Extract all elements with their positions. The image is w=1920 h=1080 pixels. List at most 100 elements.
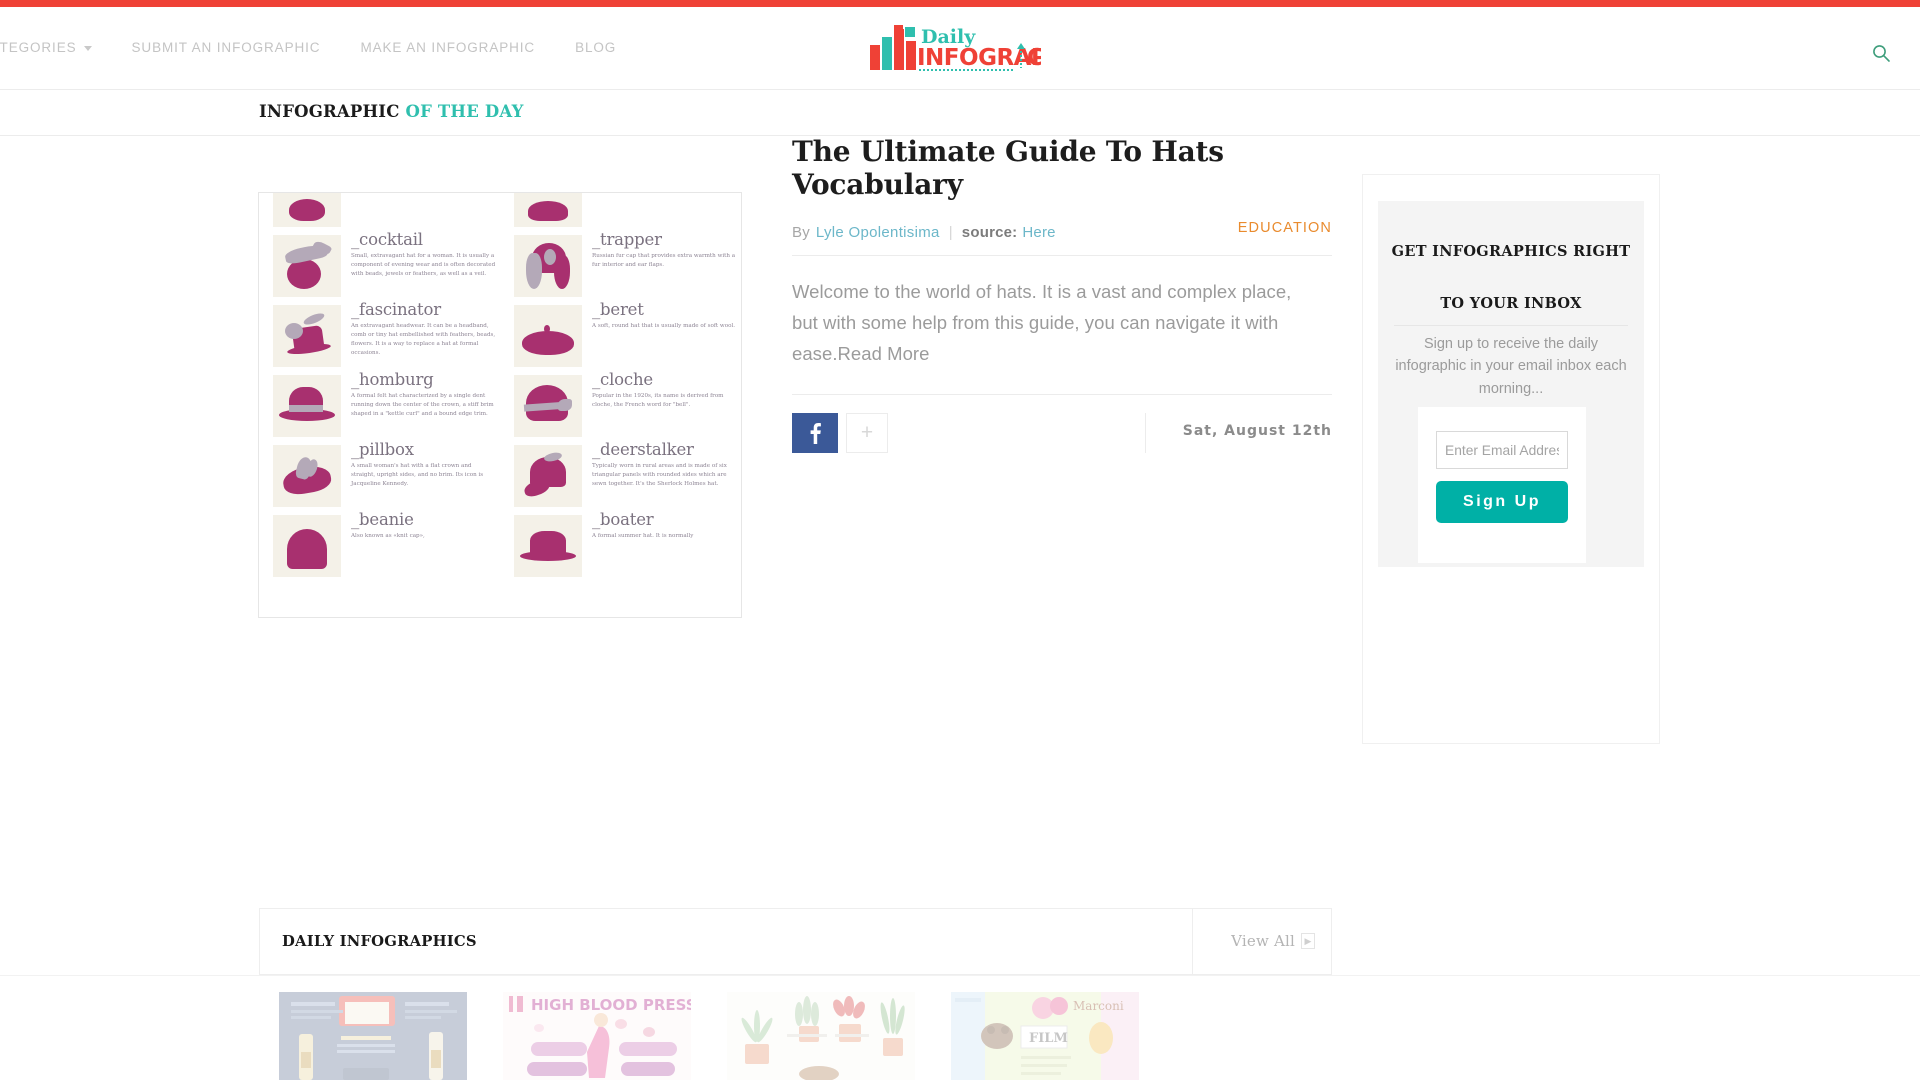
article-author-link[interactable]: Lyle Opolentisima xyxy=(816,224,940,241)
byline-label: By xyxy=(792,223,810,241)
infographic-row: _fascinator An extravagant headwear. It … xyxy=(259,297,741,367)
infographic-inner: _cocktail Small, extravagant hat for a w… xyxy=(259,193,741,577)
nav-item-make-an-infographic[interactable]: MAKE AN INFOGRAPHIC xyxy=(340,40,555,55)
meta-separator: | xyxy=(948,223,953,241)
thumbnail-image-film-marconi: Marconi FILM xyxy=(951,992,1139,1080)
facebook-share-button[interactable] xyxy=(792,412,838,453)
hat-illustration xyxy=(273,305,341,367)
share-date-divider xyxy=(1145,412,1146,453)
hat-illustration xyxy=(514,515,582,577)
nav-item-submit-an-infographic[interactable]: SUBMIT AN INFOGRAPHIC xyxy=(112,40,341,55)
email-input[interactable] xyxy=(1436,431,1568,469)
search-icon xyxy=(1873,45,1890,62)
hat-illustration xyxy=(514,193,582,227)
hat-description: A formal summer hat. It is normally xyxy=(592,533,694,540)
chevron-right-icon[interactable]: ▶ xyxy=(1301,933,1315,949)
daily-infographics-thumbnails: HIGH BLOOD PRESSURE xyxy=(279,992,1359,1080)
section-title-accent: OF THE DAY xyxy=(405,102,524,121)
thumbnail-image-doenjang xyxy=(279,992,467,1080)
hat-description: Russian fur cap that provides extra warm… xyxy=(592,253,736,269)
hat-name: _fascinator xyxy=(351,300,441,319)
infographic-entry-cocktail: _cocktail Small, extravagant hat for a w… xyxy=(259,227,500,297)
infographic-entry-text: _fascinator An extravagant headwear. It … xyxy=(351,297,500,367)
infographic-entry-trapper: _trapper Russian fur cap that provides e… xyxy=(500,227,741,297)
article-block: The Ultimate Guide To Hats Vocabulary By… xyxy=(792,135,1332,453)
hat-description: An extravagant headwear. It can be a hea… xyxy=(351,323,496,357)
main-navigation: CATEGORIES SUBMIT AN INFOGRAPHIC MAKE AN… xyxy=(0,40,636,55)
newsletter-description: Sign up to receive the daily infographic… xyxy=(1395,336,1627,397)
facebook-icon xyxy=(810,422,821,444)
thumbnail-item[interactable] xyxy=(279,992,467,1080)
source-link[interactable]: Here xyxy=(1022,224,1055,241)
infographic-entry-fascinator: _fascinator An extravagant headwear. It … xyxy=(259,297,500,367)
signup-button[interactable]: Sign Up xyxy=(1436,481,1568,523)
newsletter-widget: GET INFOGRAPHICS RIGHT TO YOUR INBOX Sig… xyxy=(1378,201,1644,567)
infographic-row: _homburg A formal felt hat characterized… xyxy=(259,367,741,437)
top-accent-bar xyxy=(0,0,1920,7)
infographic-entry-text: _trapper Russian fur cap that provides e… xyxy=(592,227,741,297)
section-bar: INFOGRAPHIC OF THE DAY xyxy=(0,90,1920,136)
infographic-entry xyxy=(259,193,500,227)
thumbnail-image-blood-pressure: HIGH BLOOD PRESSURE xyxy=(503,992,691,1080)
infographic-entry-text: _beret A soft, round hat that is usually… xyxy=(592,297,741,367)
hat-description: Typically worn in rural areas and is mad… xyxy=(592,463,727,488)
newsletter-heading-line2: TO YOUR INBOX xyxy=(1440,295,1582,312)
infographic-row xyxy=(259,193,741,227)
svg-text:C: C xyxy=(1027,45,1041,71)
hat-name: _beret xyxy=(592,300,644,319)
nav-item-label: CATEGORIES xyxy=(0,40,77,55)
hat-illustration xyxy=(273,193,341,227)
infographic-entry-beanie: _beanie Also known as «knit cap», xyxy=(259,507,500,577)
newsletter-form: Sign Up xyxy=(1418,407,1586,563)
source-label: source: xyxy=(961,223,1018,241)
newsletter-divider xyxy=(1394,325,1628,326)
site-logo[interactable]: Daily INFOGRAPH C xyxy=(869,25,1041,75)
infographic-row: _beanie Also known as «knit cap», _boate… xyxy=(259,507,741,577)
thumbnail-item[interactable] xyxy=(727,992,915,1080)
daily-infographics-title: DAILY INFOGRAPHICS xyxy=(282,933,477,950)
nav-item-categories[interactable]: CATEGORIES xyxy=(0,40,112,55)
thumbnail-caption-label: Marconi xyxy=(1073,999,1124,1013)
thumbnail-image-houseplants xyxy=(727,992,915,1080)
site-header: CATEGORIES SUBMIT AN INFOGRAPHIC MAKE AN… xyxy=(0,7,1920,90)
thumbnail-caption: HIGH BLOOD PRESSURE xyxy=(531,996,691,1014)
hat-description: A small woman's hat with a flat crown an… xyxy=(351,463,484,488)
hat-illustration xyxy=(273,445,341,507)
infographic-entry-text: _cloche Popular in the 1920s, its name i… xyxy=(592,367,741,437)
thumbnail-item[interactable]: Marconi FILM xyxy=(951,992,1139,1080)
nav-item-label: SUBMIT AN INFOGRAPHIC xyxy=(131,40,321,55)
infographic-entry-text: _homburg A formal felt hat characterized… xyxy=(351,367,500,437)
infographic-entry-boater: _boater A formal summer hat. It is norma… xyxy=(500,507,741,577)
daily-infographic-logo-icon: Daily INFOGRAPH C xyxy=(870,25,1041,71)
infographic-entry-text: _beanie Also known as «knit cap», xyxy=(351,507,500,577)
thumbnail-item[interactable]: HIGH BLOOD PRESSURE xyxy=(503,992,691,1080)
hat-illustration xyxy=(273,235,341,297)
daily-infographics-bar: DAILY INFOGRAPHICS View All ▶ xyxy=(259,908,1332,976)
hat-name: _homburg xyxy=(351,370,434,389)
hat-name: _pillbox xyxy=(351,440,414,459)
infographic-entry xyxy=(500,193,741,227)
article-title: The Ultimate Guide To Hats Vocabulary xyxy=(792,135,1224,201)
infographic-entry-text: _pillbox A small woman's hat with a flat… xyxy=(351,437,500,507)
page-root: CATEGORIES SUBMIT AN INFOGRAPHIC MAKE AN… xyxy=(0,0,1920,1080)
view-all-link[interactable]: View All xyxy=(1231,932,1295,950)
infographic-entry-text: _cocktail Small, extravagant hat for a w… xyxy=(351,227,500,297)
infographic-entry-beret: _beret A soft, round hat that is usually… xyxy=(500,297,741,367)
infographic-row: _pillbox A small woman's hat with a flat… xyxy=(259,437,741,507)
hat-illustration xyxy=(514,445,582,507)
nav-item-label: BLOG xyxy=(575,40,617,55)
hat-illustration xyxy=(514,235,582,297)
section-title: INFOGRAPHIC OF THE DAY xyxy=(259,102,524,121)
search-button[interactable] xyxy=(1867,39,1895,67)
more-share-button[interactable]: + xyxy=(846,412,888,453)
hat-description: A formal felt hat characterized by a sin… xyxy=(351,393,494,418)
section-title-strong: INFOGRAPHIC xyxy=(259,102,400,121)
article-excerpt: Welcome to the world of hats. It is a va… xyxy=(792,280,1292,364)
infographic-preview[interactable]: _cocktail Small, extravagant hat for a w… xyxy=(258,192,742,618)
main-content: _cocktail Small, extravagant hat for a w… xyxy=(0,135,1920,916)
daily-bar-divider xyxy=(1192,909,1193,976)
infographic-entry-text: _deerstalker Typically worn in rural are… xyxy=(592,437,741,507)
nav-item-blog[interactable]: BLOG xyxy=(555,40,636,55)
hat-illustration xyxy=(273,375,341,437)
article-category-link[interactable]: EDUCATION xyxy=(1238,220,1332,236)
